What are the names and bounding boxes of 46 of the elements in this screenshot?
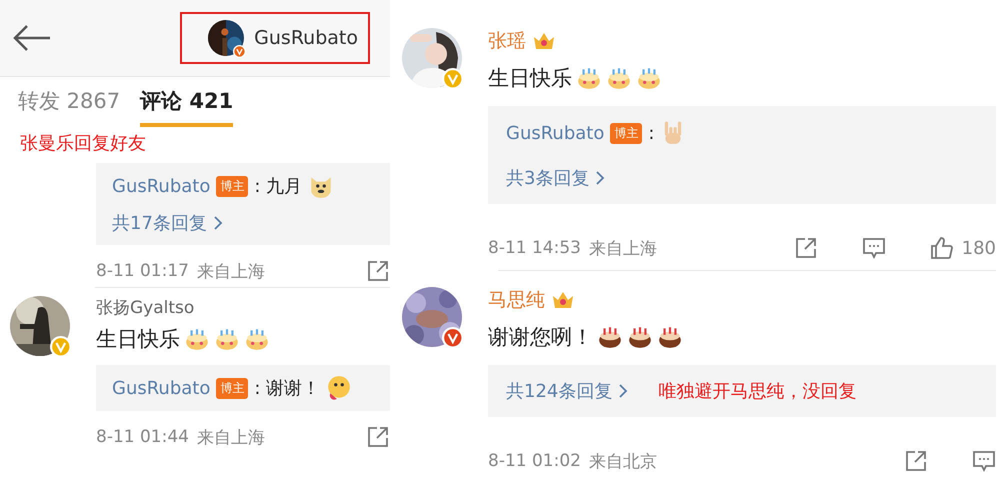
author-name[interactable]: 张扬Gyaltso — [96, 296, 194, 319]
share-icon[interactable] — [366, 425, 390, 449]
back-arrow-icon[interactable] — [12, 24, 52, 52]
reply-author[interactable]: GusRubato — [112, 176, 210, 196]
share-icon[interactable] — [794, 236, 818, 260]
comment-location: 来自上海 — [588, 238, 657, 260]
comment-text: 谢谢您咧！ — [488, 324, 593, 351]
reply-text: : — [648, 122, 654, 144]
comment-text: 生日快乐 — [96, 326, 180, 353]
comment-time: 8-11 14:53 — [488, 238, 581, 258]
smiley-icon — [326, 375, 352, 401]
like-count: 180 — [962, 238, 996, 258]
annotation-text: 唯独避开马思纯，没回复 — [658, 380, 856, 403]
more-replies-link[interactable]: 共3条回复 — [506, 166, 590, 190]
user-chip[interactable]: GusRubato — [180, 12, 370, 64]
comment-time: 8-11 01:17 — [96, 261, 189, 281]
comment-time: 8-11 01:44 — [96, 427, 189, 447]
comment-time: 8-11 01:02 — [488, 451, 581, 471]
more-replies-link[interactable]: 共124条回复 — [506, 379, 612, 403]
author-name[interactable]: 张瑶 — [488, 28, 526, 54]
share-icon[interactable] — [904, 449, 928, 473]
reply-text: : 九月 — [254, 175, 302, 198]
chevron-right-icon — [618, 383, 628, 399]
tab[interactable]: 评论 421 — [140, 87, 234, 127]
chevron-right-icon — [212, 215, 223, 231]
comment-icon[interactable] — [972, 449, 996, 473]
like-icon[interactable] — [930, 236, 954, 260]
reply-author[interactable]: GusRubato — [112, 378, 210, 398]
comment-text: 生日快乐 — [488, 65, 572, 92]
share-icon[interactable] — [366, 259, 390, 283]
comment-location: 来自上海 — [196, 260, 265, 282]
comment-icon[interactable] — [862, 236, 886, 260]
crown-icon — [551, 290, 575, 310]
author-badge: 博主 — [216, 176, 248, 196]
author-badge: 博主 — [610, 122, 642, 144]
reply-text: : 谢谢！ — [254, 377, 320, 400]
more-replies-link[interactable]: 共17条回复 — [112, 211, 207, 235]
crown-icon — [532, 31, 556, 51]
tab[interactable]: 转发 2867 — [18, 87, 120, 127]
annotation-text: 张曼乐回复好友 — [19, 132, 147, 156]
author-badge: 博主 — [216, 378, 248, 398]
author-name[interactable]: 马思纯 — [488, 287, 545, 313]
comment-location: 来自上海 — [196, 426, 265, 448]
chevron-right-icon — [595, 170, 606, 186]
comment-location: 来自北京 — [588, 450, 657, 472]
reply-author[interactable]: GusRubato — [506, 122, 604, 144]
